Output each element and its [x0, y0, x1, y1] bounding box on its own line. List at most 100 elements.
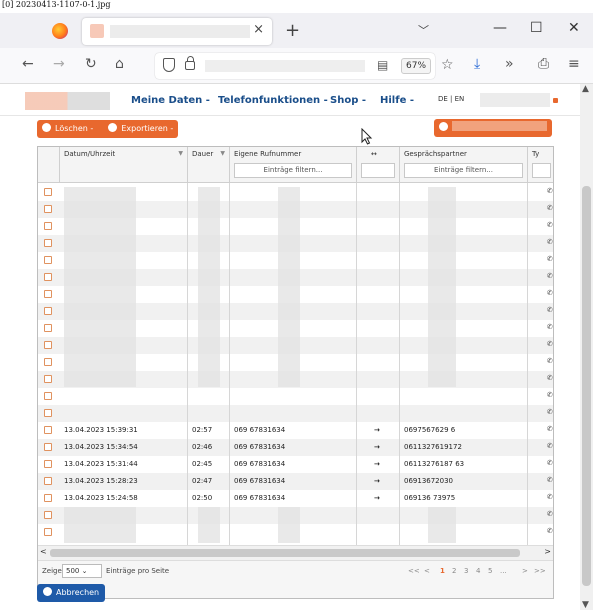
row-checkbox[interactable] — [44, 222, 52, 230]
row-checkbox[interactable] — [44, 494, 52, 502]
row-checkbox[interactable] — [44, 307, 52, 315]
scroll-down-icon[interactable]: ▼ — [582, 600, 589, 610]
lock-icon[interactable] — [185, 56, 195, 70]
row-checkbox[interactable] — [44, 375, 52, 383]
window-close-icon[interactable]: ✕ — [568, 20, 580, 36]
table-row[interactable]: 13.04.2023 15:39:31 02:57 069 67831634 0697… — [38, 422, 553, 439]
bookmark-star-icon[interactable]: ☆ — [441, 57, 454, 73]
column-own-number[interactable]: Eigene Rufnummer Einträge filtern... — [230, 147, 357, 183]
column-header-partner[interactable]: Gesprächspartner — [404, 150, 467, 158]
table-row[interactable]: 13.04.2023 15:34:54 02:46 069 67831634 0611… — [38, 439, 553, 456]
row-checkbox[interactable] — [44, 341, 52, 349]
firefox-icon[interactable] — [52, 23, 68, 39]
column-direction[interactable]: ↔ — [357, 147, 400, 183]
site-logo[interactable] — [25, 92, 110, 110]
next-page-button[interactable]: > — [522, 567, 528, 575]
page-scrollbar[interactable]: ▲ ▼ — [580, 84, 593, 610]
page-3-button[interactable]: 3 — [464, 567, 468, 575]
column-header-direction[interactable]: ↔ — [371, 150, 377, 158]
table-row[interactable]: 13.04.2023 15:28:23 02:47 069 67831634 0691… — [38, 473, 553, 490]
phone-icon: ✆ — [547, 408, 553, 416]
row-checkbox[interactable] — [44, 477, 52, 485]
partner-filter-input[interactable]: Einträge filtern... — [404, 163, 523, 178]
row-checkbox[interactable] — [44, 528, 52, 536]
table-row[interactable]: 13.04.2023 15:31:44 02:45 069 67831634 0611… — [38, 456, 553, 473]
sort-icon[interactable]: ▼ — [178, 150, 183, 157]
row-checkbox[interactable] — [44, 290, 52, 298]
column-type[interactable]: Ty — [528, 147, 553, 183]
column-datetime[interactable]: Datum/Uhrzeit ▼ — [60, 147, 188, 183]
new-tab-button[interactable]: + — [285, 20, 300, 41]
cancel-button[interactable]: Abbrechen — [37, 584, 106, 602]
extensions-icon[interactable]: ⎙ — [538, 56, 549, 72]
column-header-duration[interactable]: Dauer — [192, 150, 213, 158]
page-1-button[interactable]: 1 — [440, 567, 445, 575]
list-tabs-icon[interactable]: ﹀ — [418, 22, 429, 38]
zoom-level-badge[interactable]: 67% — [401, 58, 432, 74]
table-row[interactable]: ✆ — [38, 388, 553, 405]
scroll-left-icon[interactable]: < — [40, 547, 47, 556]
minimize-icon[interactable]: — — [493, 20, 507, 36]
browser-tab-bar: × + ﹀ — ☐ ✕ — [0, 13, 593, 48]
column-header-own-number[interactable]: Eigene Rufnummer — [234, 150, 301, 158]
grid-horizontal-scrollbar[interactable]: < > — [38, 545, 553, 560]
maximize-icon[interactable]: ☐ — [530, 20, 543, 36]
row-checkbox[interactable] — [44, 273, 52, 281]
tracking-protection-icon[interactable] — [163, 58, 175, 72]
row-checkbox[interactable] — [44, 239, 52, 247]
menu-meine-daten[interactable]: Meine Daten - — [131, 95, 210, 106]
app-menu-icon[interactable]: ≡ — [568, 56, 580, 72]
scroll-right-icon[interactable]: > — [544, 547, 551, 556]
table-row[interactable]: 13.04.2023 15:24:58 02:50 069 67831634 0691… — [38, 490, 553, 507]
browser-tab[interactable]: × — [82, 18, 272, 45]
back-icon[interactable]: ← — [22, 56, 34, 72]
menu-hilfe[interactable]: Hilfe - — [380, 95, 414, 106]
page-5-button[interactable]: 5 — [488, 567, 492, 575]
delete-button[interactable]: Löschen - — [55, 124, 93, 133]
column-header-datetime[interactable]: Datum/Uhrzeit — [64, 150, 115, 158]
phone-icon: ✆ — [547, 323, 553, 331]
menu-telefonfunktionen[interactable]: Telefonfunktionen - — [218, 95, 328, 106]
last-page-button[interactable]: >> — [534, 567, 546, 575]
type-filter-input[interactable] — [532, 163, 551, 178]
reader-view-icon[interactable]: ▤ — [377, 58, 388, 72]
row-checkbox[interactable] — [44, 409, 52, 417]
row-checkbox[interactable] — [44, 460, 52, 468]
row-checkbox[interactable] — [44, 511, 52, 519]
more-tools-icon[interactable]: » — [505, 56, 514, 72]
row-checkbox[interactable] — [44, 188, 52, 196]
account-menu-icon[interactable] — [553, 98, 558, 103]
column-partner[interactable]: Gesprächspartner Einträge filtern... — [400, 147, 528, 183]
page-4-button[interactable]: 4 — [476, 567, 480, 575]
first-page-button[interactable]: << — [408, 567, 420, 575]
column-header-type[interactable]: Ty — [532, 150, 539, 158]
export-button[interactable]: Exportieren - — [121, 124, 173, 133]
prev-page-button[interactable]: < — [424, 567, 430, 575]
reload-icon[interactable]: ↻ — [85, 56, 97, 72]
orange-action-button[interactable] — [434, 119, 552, 137]
row-checkbox[interactable] — [44, 358, 52, 366]
direction-filter-input[interactable] — [361, 163, 395, 178]
column-duration[interactable]: Dauer ▼ — [188, 147, 230, 183]
scroll-up-icon[interactable]: ▲ — [582, 84, 589, 94]
own-number-filter-input[interactable]: Einträge filtern... — [234, 163, 352, 178]
page-scrollbar-thumb[interactable] — [582, 186, 591, 586]
page-2-button[interactable]: 2 — [452, 567, 456, 575]
sort-icon[interactable]: ▼ — [220, 150, 225, 157]
row-checkbox[interactable] — [44, 256, 52, 264]
row-checkbox[interactable] — [44, 205, 52, 213]
row-checkbox[interactable] — [44, 443, 52, 451]
home-icon[interactable]: ⌂ — [115, 56, 124, 72]
row-checkbox[interactable] — [44, 426, 52, 434]
downloads-icon[interactable]: ⤓ — [474, 56, 480, 72]
table-row[interactable]: ✆ — [38, 405, 553, 422]
url-bar[interactable]: ▤ 67% ☆ — [155, 53, 454, 79]
row-checkbox[interactable] — [44, 324, 52, 332]
row-checkbox[interactable] — [44, 392, 52, 400]
language-switcher[interactable]: DE | EN — [438, 95, 464, 103]
menu-shop[interactable]: Shop - — [330, 95, 366, 106]
grid-scrollbar-thumb[interactable] — [50, 549, 520, 557]
close-tab-icon[interactable]: × — [253, 22, 264, 37]
page-size-select[interactable]: 500 ⌄ — [62, 564, 102, 578]
forward-icon[interactable]: → — [53, 56, 65, 72]
